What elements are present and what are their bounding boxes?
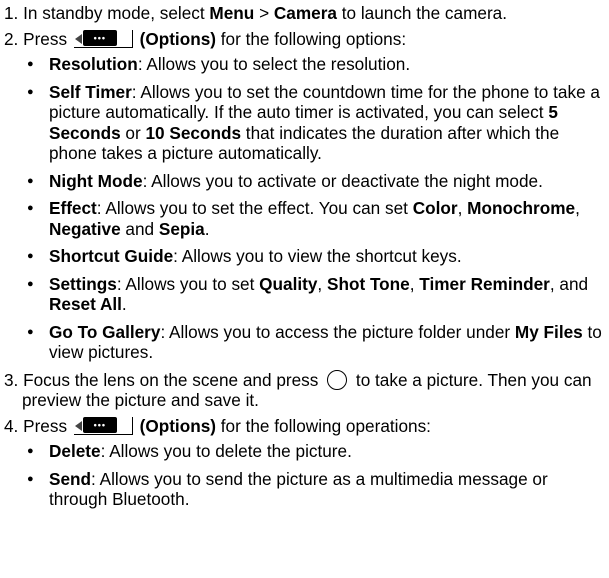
option-description: : Allows you to set the effect. You can … bbox=[96, 198, 413, 218]
option-term: Effect bbox=[49, 198, 97, 218]
step-1: 1. In standby mode, select Menu > Camera… bbox=[4, 3, 603, 24]
option-value: My Files bbox=[514, 321, 583, 342]
option-description: . bbox=[121, 294, 127, 314]
step-2: 2. Press ••• (Options) for the following… bbox=[4, 29, 603, 50]
option-description: , bbox=[317, 273, 327, 294]
step-number: 4. bbox=[4, 415, 19, 436]
step-text: for the following operations: bbox=[215, 415, 431, 436]
step-text: Press bbox=[18, 415, 72, 436]
option-term: Shortcut Guide bbox=[49, 246, 174, 266]
options-term: (Options) bbox=[139, 28, 216, 49]
option-description: , bbox=[409, 273, 420, 294]
option-description: : Allows you to set bbox=[116, 273, 260, 294]
arrow-left-icon bbox=[74, 33, 82, 44]
list-item-resolution: Resolution: Allows you to select the res… bbox=[4, 54, 603, 75]
list-item-night-mode: Night Mode: Allows you to activate or de… bbox=[4, 171, 603, 192]
option-term: Go To Gallery bbox=[49, 321, 161, 342]
step-number: 2. bbox=[4, 28, 19, 49]
list-item-shortcut-guide: Shortcut Guide: Allows you to view the s… bbox=[4, 246, 603, 267]
option-value: Color bbox=[412, 198, 458, 218]
operation-description: : Allows you to send the picture as a mu… bbox=[49, 468, 548, 510]
operation-description: : Allows you to delete the picture. bbox=[100, 441, 352, 461]
ellipsis-icon: ••• bbox=[82, 29, 117, 46]
option-description: , bbox=[457, 198, 468, 218]
arrow-left-icon bbox=[74, 420, 82, 431]
list-item-send: Send: Allows you to send the picture as … bbox=[4, 469, 603, 510]
step-text: Press bbox=[18, 28, 72, 49]
option-term: Resolution bbox=[49, 54, 138, 74]
step-text: Focus the lens on the scene and press bbox=[18, 369, 324, 390]
list-item-settings: Settings: Allows you to set Quality, Sho… bbox=[4, 274, 603, 315]
center-key-icon bbox=[327, 369, 348, 390]
step-text: to launch the camera. bbox=[336, 3, 508, 23]
option-description: : Allows you to access the picture folde… bbox=[160, 321, 515, 342]
option-description: , and bbox=[549, 273, 589, 294]
option-term: Night Mode bbox=[49, 170, 143, 191]
step-number: 3. bbox=[4, 369, 19, 390]
list-item-delete: Delete: Allows you to delete the picture… bbox=[4, 441, 603, 462]
options-term: (Options) bbox=[139, 415, 216, 436]
options-key-icon: ••• bbox=[73, 29, 133, 48]
option-value: Shot Tone bbox=[326, 273, 410, 294]
options-key-icon: ••• bbox=[73, 416, 133, 435]
ellipsis-icon: ••• bbox=[82, 416, 117, 433]
option-description: : Allows you to view the shortcut keys. bbox=[173, 246, 462, 266]
step-4: 4. Press ••• (Options) for the following… bbox=[4, 416, 603, 437]
manual-page: 1. In standby mode, select Menu > Camera… bbox=[0, 0, 609, 578]
option-value: Negative bbox=[49, 218, 121, 239]
operations-list: Delete: Allows you to delete the picture… bbox=[4, 441, 603, 510]
operation-term: Delete bbox=[49, 441, 101, 461]
step-3: 3. Focus the lens on the scene and press… bbox=[4, 369, 603, 411]
menu-term: Menu bbox=[209, 3, 255, 23]
options-list: Resolution: Allows you to select the res… bbox=[4, 54, 603, 363]
option-value: Sepia bbox=[158, 218, 205, 239]
option-description: : Allows you to set the countdown time f… bbox=[49, 81, 600, 123]
option-description: . bbox=[204, 218, 210, 239]
option-term: Self Timer bbox=[49, 81, 132, 102]
step-text: for the following options: bbox=[215, 28, 407, 49]
option-description: and bbox=[120, 218, 159, 239]
list-item-effect: Effect: Allows you to set the effect. Yo… bbox=[4, 198, 603, 239]
option-value: Monochrome bbox=[467, 198, 576, 218]
option-value: Timer Reminder bbox=[419, 273, 550, 294]
step-number: 1. bbox=[4, 3, 19, 23]
option-description: : Allows you to select the resolution. bbox=[137, 54, 411, 74]
option-value: 10 Seconds bbox=[145, 122, 242, 143]
step-text: In standby mode, select bbox=[18, 3, 210, 23]
option-description: , bbox=[575, 198, 580, 218]
camera-term: Camera bbox=[273, 3, 337, 23]
option-term: Settings bbox=[49, 273, 117, 294]
step-text: > bbox=[254, 3, 274, 23]
list-item-go-to-gallery: Go To Gallery: Allows you to access the … bbox=[4, 322, 603, 363]
option-value: Quality bbox=[259, 273, 318, 294]
option-value: Reset All bbox=[49, 294, 122, 314]
option-description: : Allows you to activate or deactivate t… bbox=[142, 170, 543, 191]
list-item-self-timer: Self Timer: Allows you to set the countd… bbox=[4, 82, 603, 164]
option-description: or bbox=[120, 122, 146, 143]
operation-term: Send bbox=[49, 468, 92, 489]
